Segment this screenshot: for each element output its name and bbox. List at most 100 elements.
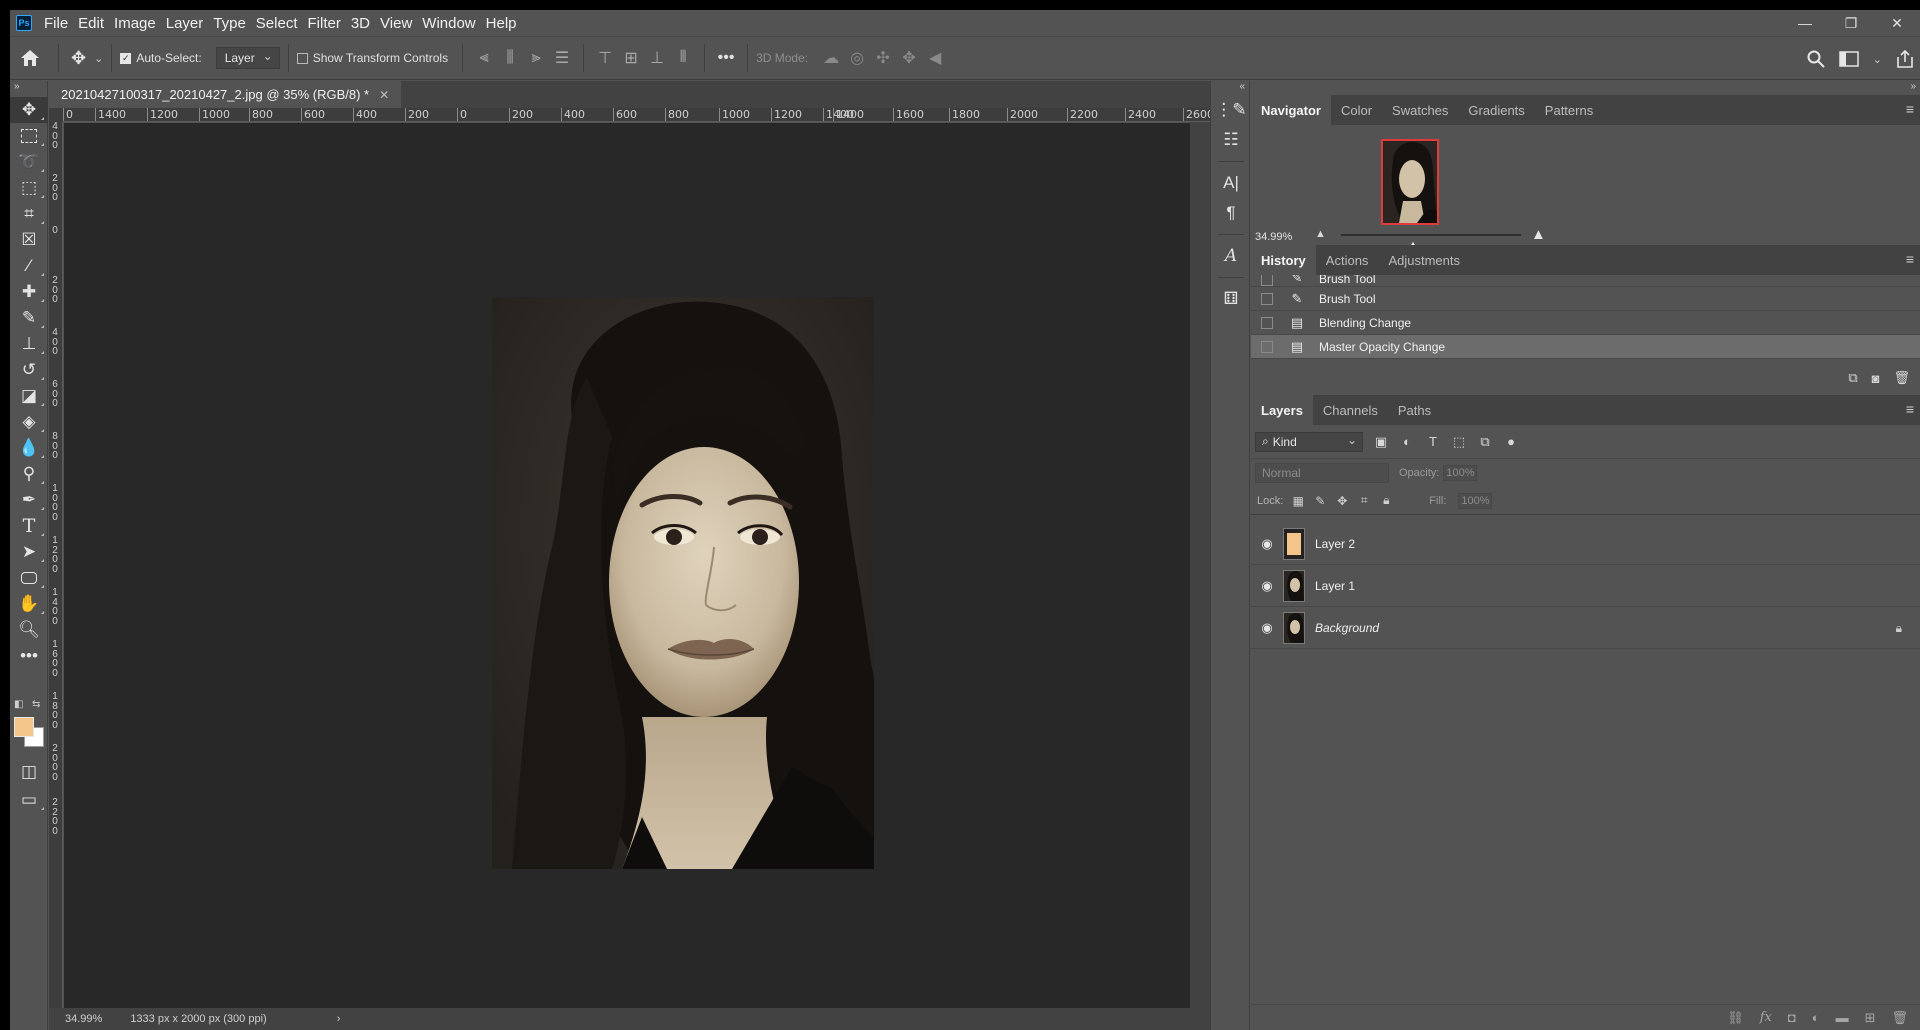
align-top-icon[interactable]: ⊤ xyxy=(592,48,618,68)
default-colors-icon[interactable]: ◧ xyxy=(14,699,23,710)
menu-type[interactable]: Type xyxy=(211,15,254,32)
history-item[interactable]: ▤ Blending Change xyxy=(1251,311,1920,335)
tab-history[interactable]: History xyxy=(1251,245,1316,275)
new-layer-icon[interactable]: ⊞ xyxy=(1865,1010,1876,1026)
clone-stamp-tool[interactable]: ⊥ xyxy=(10,331,48,357)
3d-orbit-icon[interactable]: ☁ xyxy=(818,48,844,68)
visibility-eye-icon[interactable]: ◉ xyxy=(1251,620,1283,636)
filter-pixel-icon[interactable]: ▣ xyxy=(1373,434,1389,450)
toolbar-collapse-icon[interactable]: » xyxy=(10,81,47,97)
menu-file[interactable]: File xyxy=(42,15,76,32)
layer-lock-icon[interactable]: 🔒︎ xyxy=(1896,621,1902,636)
panel-menu-icon[interactable]: ≡ xyxy=(1906,101,1914,117)
vertical-ruler[interactable]: 400 200 0 200 400 600 800 1000 1200 1400 1600 1800 2… xyxy=(49,122,63,1008)
lock-position-icon[interactable]: ✥ xyxy=(1335,494,1349,508)
filter-type-icon[interactable]: T xyxy=(1425,434,1441,449)
brush-tool[interactable]: ✎ xyxy=(10,305,48,331)
tab-layers[interactable]: Layers xyxy=(1251,395,1313,425)
hand-tool[interactable]: ✋ xyxy=(10,591,48,617)
menu-select[interactable]: Select xyxy=(254,15,306,32)
new-document-from-state-icon[interactable]: ⧉ xyxy=(1848,370,1857,386)
chevron-down-icon[interactable]: ⌄ xyxy=(1873,53,1882,66)
lock-image-pixels-icon[interactable]: ✎ xyxy=(1313,494,1327,508)
tab-navigator[interactable]: Navigator xyxy=(1251,95,1331,125)
menu-filter[interactable]: Filter xyxy=(306,15,349,32)
zoom-slider[interactable] xyxy=(1341,234,1521,250)
zoom-in-icon[interactable]: ▲ xyxy=(1531,226,1546,243)
new-group-icon[interactable]: ▬ xyxy=(1836,1010,1849,1025)
tab-paths[interactable]: Paths xyxy=(1388,395,1441,425)
crop-tool[interactable]: ⌗ xyxy=(10,201,48,227)
layer-name[interactable]: Layer 2 xyxy=(1315,537,1355,551)
distribute-horizontal-icon[interactable]: ⫴ xyxy=(670,49,696,67)
auto-select-checkbox[interactable]: ✓ xyxy=(120,52,132,64)
strip-collapse-icon[interactable]: « xyxy=(1211,81,1249,95)
brush-settings-icon[interactable]: ⋮✎ xyxy=(1211,95,1251,125)
history-item[interactable]: ✎ Brush Tool xyxy=(1251,287,1920,311)
panel-menu-icon[interactable]: ≡ xyxy=(1906,401,1914,417)
move-tool-preset[interactable]: ✥ ⌄ xyxy=(71,48,103,69)
add-mask-icon[interactable]: ◘ xyxy=(1788,1010,1796,1025)
align-vertical-center-icon[interactable]: ⊞ xyxy=(618,48,644,68)
tab-actions[interactable]: Actions xyxy=(1316,245,1379,275)
lock-all-icon[interactable]: 🔒︎ xyxy=(1379,493,1393,508)
filter-smart-object-icon[interactable]: ⧉ xyxy=(1477,434,1493,450)
menu-image[interactable]: Image xyxy=(112,15,164,32)
filter-adjustment-icon[interactable]: ◐ xyxy=(1399,434,1415,449)
3d-pan-icon[interactable]: ✣ xyxy=(870,48,896,68)
close-button[interactable]: ✕ xyxy=(1874,10,1920,36)
screen-mode-button[interactable]: ▭ xyxy=(10,787,48,813)
opacity-input[interactable]: 100% xyxy=(1443,465,1478,481)
home-button[interactable] xyxy=(10,49,50,67)
tab-channels[interactable]: Channels xyxy=(1313,395,1388,425)
3d-scale-icon[interactable]: ◀ xyxy=(922,48,948,68)
move-tool[interactable]: ✥ xyxy=(10,97,48,123)
ruler-origin[interactable] xyxy=(49,108,63,122)
lock-artboard-icon[interactable]: ⌗ xyxy=(1357,493,1371,508)
character-icon[interactable]: A| xyxy=(1211,168,1251,198)
history-item[interactable]: ✎ Brush Tool xyxy=(1251,275,1920,287)
foreground-color-swatch[interactable] xyxy=(14,717,34,737)
type-tool[interactable]: T xyxy=(10,513,48,539)
layer-name[interactable]: Layer 1 xyxy=(1315,579,1355,593)
history-snapshot-checkbox[interactable] xyxy=(1261,275,1273,286)
lasso-tool[interactable]: ➰ xyxy=(10,149,48,175)
align-horizontal-center-icon[interactable]: ⫼ xyxy=(497,49,523,67)
menu-window[interactable]: Window xyxy=(420,15,483,32)
paint-bucket-tool[interactable]: ◈ xyxy=(10,409,48,435)
menu-edit[interactable]: Edit xyxy=(76,15,112,32)
menu-layer[interactable]: Layer xyxy=(164,15,212,32)
more-options-icon[interactable]: ••• xyxy=(713,49,739,67)
layer-row-layer-1[interactable]: ◉ Layer 1 xyxy=(1251,565,1920,607)
quick-mask-button[interactable]: ◫ xyxy=(10,759,48,785)
blur-tool[interactable]: 💧 xyxy=(10,435,48,461)
properties-icon[interactable]: ☷ xyxy=(1211,125,1251,155)
tab-patterns[interactable]: Patterns xyxy=(1535,95,1603,125)
camera-icon[interactable]: ◙ xyxy=(1872,371,1880,386)
edit-toolbar[interactable]: ••• xyxy=(10,643,48,669)
history-brush-tool[interactable]: ↺ xyxy=(10,357,48,383)
align-right-icon[interactable]: ⫸ xyxy=(523,49,549,67)
history-item-selected[interactable]: ▤ Master Opacity Change xyxy=(1251,335,1920,359)
path-selection-tool[interactable]: ➤ xyxy=(10,539,48,565)
trash-icon[interactable]: 🗑︎ xyxy=(1891,1010,1908,1026)
3d-slide-icon[interactable]: ✥ xyxy=(896,48,922,68)
status-arrow-icon[interactable]: › xyxy=(277,1013,341,1025)
zoom-tool[interactable]: 🔍︎ xyxy=(10,617,48,643)
align-bottom-icon[interactable]: ⊥ xyxy=(644,48,670,68)
document-tab[interactable]: 20210427100317_20210427_2.jpg @ 35% (RGB… xyxy=(49,81,402,108)
restore-button[interactable]: ❐ xyxy=(1828,10,1874,36)
search-icon[interactable] xyxy=(1807,50,1825,68)
close-tab-icon[interactable]: ✕ xyxy=(379,88,389,102)
minimize-button[interactable]: — xyxy=(1782,10,1828,36)
auto-select-target-dropdown[interactable]: Layer xyxy=(215,47,280,69)
history-snapshot-checkbox[interactable] xyxy=(1261,340,1273,353)
zoom-out-icon[interactable]: ▲ xyxy=(1315,228,1326,240)
layer-row-background[interactable]: ◉ Background 🔒︎ xyxy=(1251,607,1920,649)
lock-transparent-pixels-icon[interactable]: ▦ xyxy=(1291,494,1305,508)
tab-adjustments[interactable]: Adjustments xyxy=(1378,245,1470,275)
eyedropper-tool[interactable]: ⁄ xyxy=(10,253,48,279)
layer-row-layer-2[interactable]: ◉ Layer 2 xyxy=(1251,523,1920,565)
document-image[interactable] xyxy=(492,297,874,869)
visibility-eye-icon[interactable]: ◉ xyxy=(1251,578,1283,594)
